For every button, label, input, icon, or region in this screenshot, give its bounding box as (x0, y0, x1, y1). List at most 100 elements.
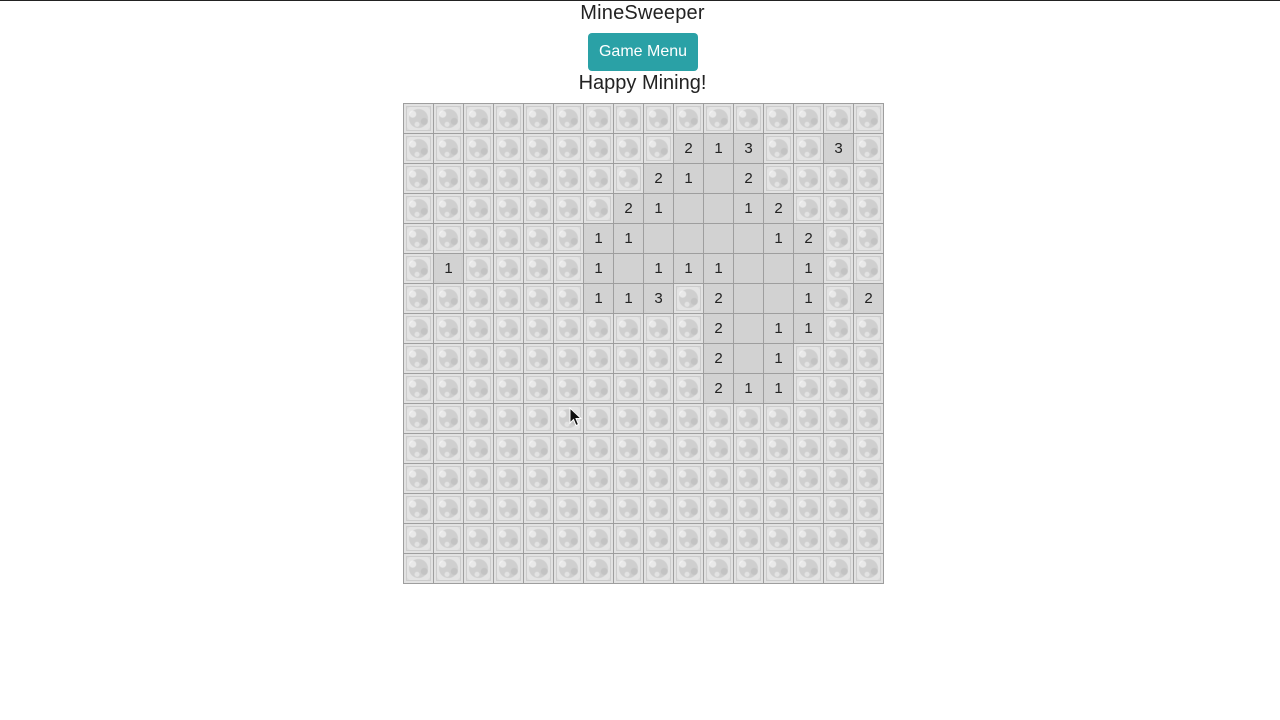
board-cell-hidden[interactable] (704, 494, 733, 523)
board-cell-hidden[interactable] (824, 314, 853, 343)
board-cell-hidden[interactable] (404, 254, 433, 283)
board-cell-hidden[interactable] (494, 404, 523, 433)
board-cell-hidden[interactable] (644, 464, 673, 493)
board-cell-hidden[interactable] (854, 464, 883, 493)
board-cell-hidden[interactable] (764, 134, 793, 163)
board-cell-hidden[interactable] (404, 224, 433, 253)
board-cell-hidden[interactable] (524, 524, 553, 553)
board-cell-revealed[interactable] (734, 284, 763, 313)
board-cell-hidden[interactable] (794, 374, 823, 403)
board-cell-revealed[interactable]: 1 (764, 224, 793, 253)
board-cell-hidden[interactable] (524, 194, 553, 223)
board-cell-hidden[interactable] (824, 164, 853, 193)
board-cell-revealed[interactable] (704, 194, 733, 223)
board-cell-hidden[interactable] (614, 464, 643, 493)
board-cell-hidden[interactable] (764, 464, 793, 493)
board-cell-hidden[interactable] (764, 494, 793, 523)
board-cell-hidden[interactable] (854, 494, 883, 523)
board-cell-revealed[interactable]: 2 (674, 134, 703, 163)
board-cell-hidden[interactable] (554, 164, 583, 193)
board-cell-revealed[interactable] (674, 194, 703, 223)
board-cell-hidden[interactable] (554, 404, 583, 433)
board-cell-revealed[interactable]: 1 (674, 254, 703, 283)
board-cell-hidden[interactable] (674, 284, 703, 313)
board-cell-revealed[interactable]: 1 (614, 284, 643, 313)
board-cell-hidden[interactable] (854, 524, 883, 553)
board-cell-hidden[interactable] (734, 524, 763, 553)
board-cell-hidden[interactable] (734, 434, 763, 463)
board-cell-revealed[interactable]: 3 (824, 134, 853, 163)
board-cell-hidden[interactable] (854, 104, 883, 133)
board-cell-hidden[interactable] (824, 374, 853, 403)
board-cell-hidden[interactable] (434, 104, 463, 133)
board-cell-revealed[interactable]: 1 (704, 134, 733, 163)
board-cell-hidden[interactable] (434, 164, 463, 193)
board-cell-hidden[interactable] (854, 554, 883, 583)
board-cell-hidden[interactable] (464, 374, 493, 403)
board-cell-hidden[interactable] (644, 314, 673, 343)
board-cell-hidden[interactable] (644, 104, 673, 133)
board-cell-hidden[interactable] (614, 314, 643, 343)
board-cell-hidden[interactable] (554, 344, 583, 373)
board-cell-hidden[interactable] (554, 224, 583, 253)
board-cell-revealed[interactable]: 2 (644, 164, 673, 193)
board-cell-hidden[interactable] (584, 464, 613, 493)
board-cell-revealed[interactable]: 2 (854, 284, 883, 313)
board-cell-hidden[interactable] (494, 554, 523, 583)
board-cell-hidden[interactable] (554, 314, 583, 343)
board-cell-hidden[interactable] (434, 434, 463, 463)
board-cell-hidden[interactable] (674, 374, 703, 403)
board-cell-hidden[interactable] (554, 554, 583, 583)
board-cell-hidden[interactable] (824, 194, 853, 223)
board-cell-hidden[interactable] (464, 164, 493, 193)
board-cell-hidden[interactable] (554, 524, 583, 553)
board-cell-hidden[interactable] (824, 104, 853, 133)
board-cell-hidden[interactable] (524, 554, 553, 583)
board-cell-hidden[interactable] (554, 434, 583, 463)
board-cell-hidden[interactable] (554, 284, 583, 313)
board-cell-hidden[interactable] (464, 404, 493, 433)
board-cell-hidden[interactable] (464, 494, 493, 523)
board-cell-hidden[interactable] (614, 164, 643, 193)
board-cell-hidden[interactable] (494, 434, 523, 463)
board-cell-hidden[interactable] (434, 464, 463, 493)
board-cell-revealed[interactable]: 1 (434, 254, 463, 283)
board-cell-hidden[interactable] (644, 494, 673, 523)
board-cell-hidden[interactable] (464, 224, 493, 253)
board-cell-hidden[interactable] (464, 254, 493, 283)
board-cell-hidden[interactable] (554, 104, 583, 133)
board-cell-hidden[interactable] (434, 404, 463, 433)
board-cell-hidden[interactable] (824, 224, 853, 253)
board-cell-revealed[interactable] (734, 254, 763, 283)
board-cell-hidden[interactable] (644, 404, 673, 433)
board-cell-revealed[interactable]: 1 (674, 164, 703, 193)
board-cell-hidden[interactable] (494, 314, 523, 343)
board-cell-hidden[interactable] (854, 434, 883, 463)
board-cell-hidden[interactable] (404, 464, 433, 493)
board-cell-hidden[interactable] (464, 464, 493, 493)
board-cell-hidden[interactable] (554, 464, 583, 493)
board-cell-hidden[interactable] (584, 374, 613, 403)
board-cell-hidden[interactable] (704, 104, 733, 133)
board-cell-hidden[interactable] (704, 404, 733, 433)
board-cell-hidden[interactable] (404, 194, 433, 223)
board-cell-hidden[interactable] (644, 434, 673, 463)
board-cell-hidden[interactable] (854, 134, 883, 163)
board-cell-revealed[interactable]: 1 (794, 284, 823, 313)
board-cell-revealed[interactable]: 1 (644, 194, 673, 223)
board-cell-hidden[interactable] (794, 164, 823, 193)
board-cell-hidden[interactable] (644, 554, 673, 583)
board-cell-hidden[interactable] (614, 134, 643, 163)
board-cell-hidden[interactable] (494, 494, 523, 523)
board-cell-hidden[interactable] (494, 224, 523, 253)
board-cell-hidden[interactable] (584, 524, 613, 553)
board-cell-hidden[interactable] (584, 434, 613, 463)
board-cell-hidden[interactable] (794, 494, 823, 523)
board-cell-hidden[interactable] (524, 134, 553, 163)
board-cell-hidden[interactable] (644, 374, 673, 403)
board-cell-revealed[interactable]: 1 (764, 374, 793, 403)
board-cell-hidden[interactable] (584, 104, 613, 133)
board-cell-revealed[interactable] (704, 224, 733, 253)
board-cell-hidden[interactable] (794, 104, 823, 133)
board-cell-hidden[interactable] (824, 464, 853, 493)
